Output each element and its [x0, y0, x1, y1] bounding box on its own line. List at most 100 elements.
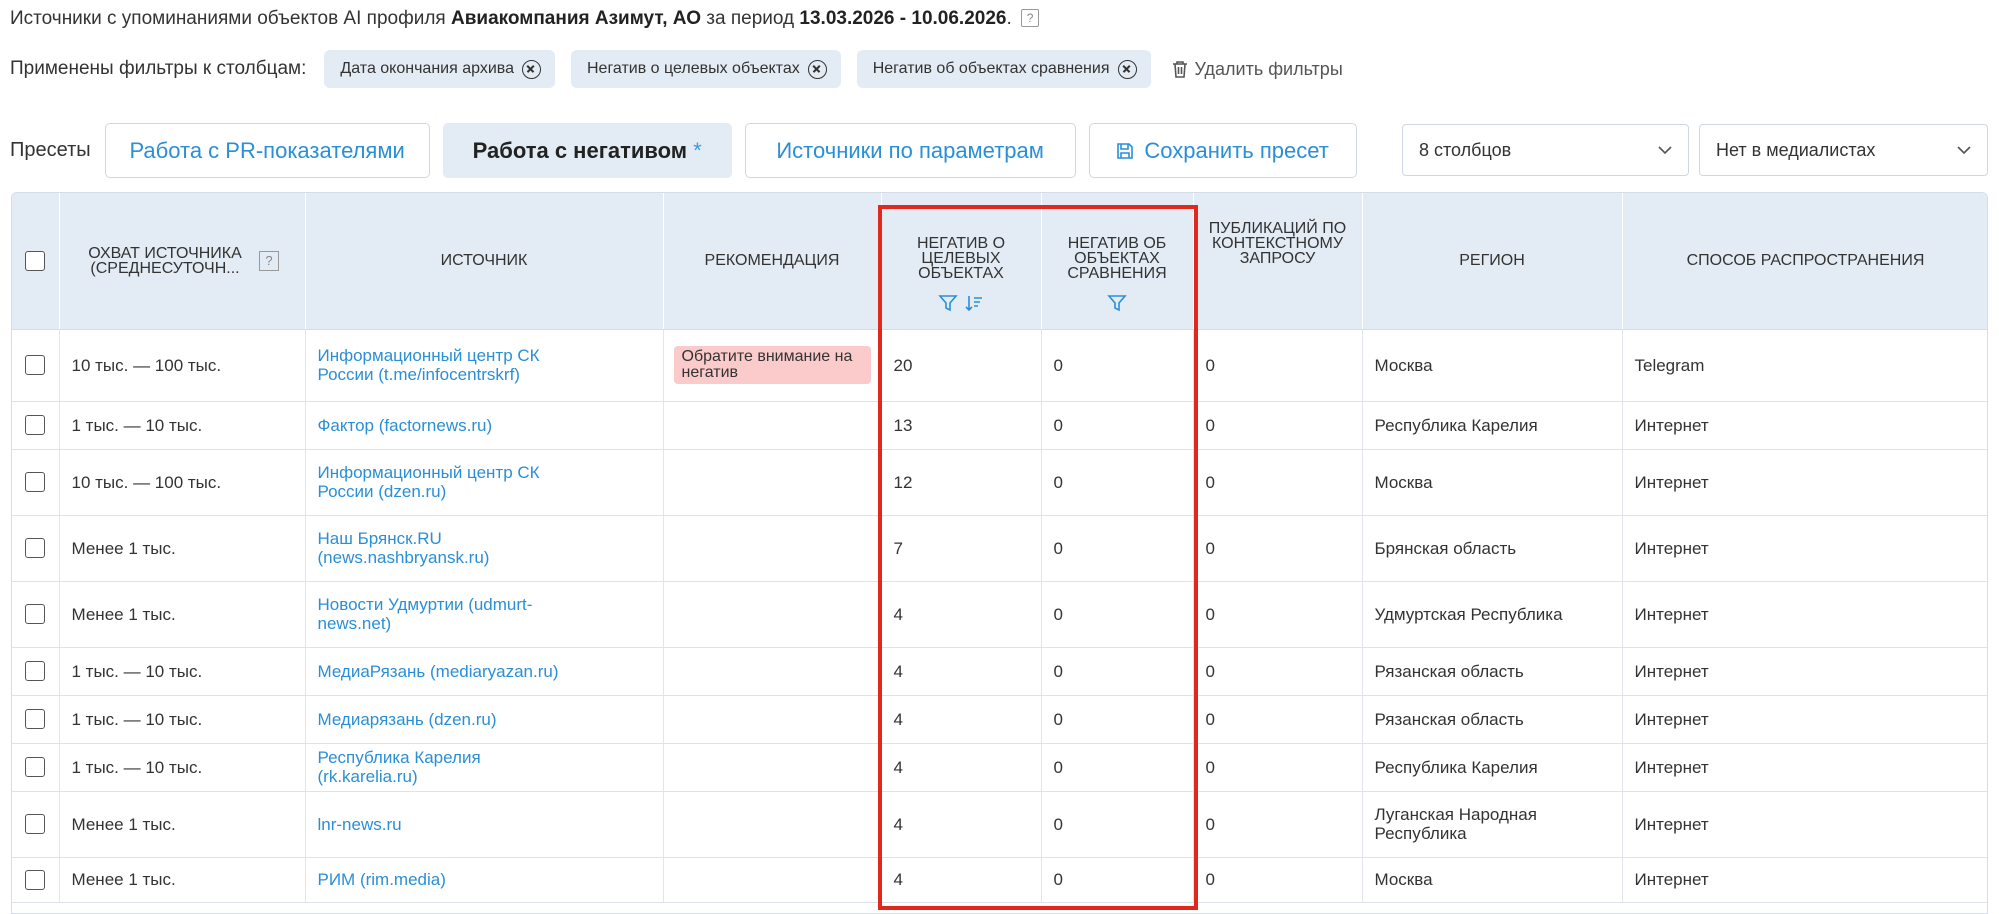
column-header-label: Негатив об объектах сравнения	[1067, 235, 1167, 283]
filter-chip-negative-compare: Негатив об объектах сравнения	[856, 50, 1151, 88]
cell-recommendation	[663, 647, 882, 696]
row-checkbox[interactable]	[25, 604, 46, 625]
cell-method: Интернет	[1622, 449, 1987, 516]
cell-neg-target: 13	[881, 401, 1042, 450]
cell-neg-target: 4	[881, 857, 1042, 903]
cell-publications: 0	[1193, 791, 1363, 858]
title-prefix: Источники с упоминаниями объектов AI про…	[10, 8, 451, 29]
cell-method: Интернет	[1622, 581, 1987, 648]
applied-filters-bar: Применены фильтры к столбцам: Дата оконч…	[10, 50, 1343, 88]
cell-source-link[interactable]: Информационный центр СК России (t.me/inf…	[305, 329, 664, 402]
table-row[interactable]: 1 тыс. — 10 тыс. Фактор (factornews.ru) 13…	[12, 401, 1987, 450]
row-checkbox[interactable]	[25, 757, 46, 778]
table-row[interactable]: 1 тыс. — 10 тыс. Медиарязань (dzen.ru) 4 0 0…	[12, 695, 1987, 744]
column-header-tools	[1048, 293, 1187, 313]
cell-neg-compare: 0	[1041, 329, 1194, 402]
chevron-down-icon	[1658, 146, 1672, 155]
column-header-region[interactable]: Регион	[1362, 193, 1623, 330]
cell-reach: 1 тыс. — 10 тыс.	[59, 647, 306, 696]
columns-select[interactable]: 8 столбцов	[1402, 124, 1689, 176]
region-text: Москва	[1374, 472, 1433, 492]
cell-source-link[interactable]: РИМ (rim.media)	[305, 857, 664, 903]
table-row[interactable]: Менее 1 тыс. Новости Удмуртии (udmurt-new…	[12, 581, 1987, 648]
column-header-neg-target[interactable]: Негатив о целевых объектах	[881, 193, 1042, 330]
title-company: Авиакомпания Азимут, АО	[451, 8, 702, 29]
table-row[interactable]: Менее 1 тыс. lnr-news.ru 4 0 0 Луганская Наро…	[12, 791, 1987, 858]
preset-label: Работа с негативом	[472, 137, 688, 163]
preset-params-button[interactable]: Источники по параметрам	[744, 123, 1076, 178]
close-circle-icon[interactable]	[521, 59, 541, 79]
row-select-cell	[12, 857, 60, 903]
column-header-neg-compare[interactable]: Негатив об объектах сравнения	[1041, 193, 1194, 330]
source-link-text: Информационный центр СК России (t.me/inf…	[317, 346, 540, 384]
cell-method: Интернет	[1622, 743, 1987, 792]
row-select-cell	[12, 743, 60, 792]
help-icon[interactable]: ?	[1021, 9, 1040, 27]
close-circle-icon[interactable]	[807, 59, 827, 79]
cell-neg-target: 4	[881, 647, 1042, 696]
cell-source-link[interactable]: Информационный центр СК России (dzen.ru)	[305, 449, 664, 516]
cell-recommendation	[663, 449, 882, 516]
cell-source-link[interactable]: Республика Карелия (rk.karelia.ru)	[305, 743, 664, 792]
table-row[interactable]: Менее 1 тыс. РИМ (rim.media) 4 0 0 Москва Инте…	[12, 857, 1987, 903]
media-list-select[interactable]: Нет в медиалистах	[1699, 124, 1988, 176]
title-suffix: .	[1006, 8, 1012, 29]
cell-publications: 0	[1193, 581, 1363, 648]
column-header-source[interactable]: Источник	[305, 193, 664, 330]
row-checkbox[interactable]	[25, 661, 46, 682]
cell-reach: 1 тыс. — 10 тыс.	[59, 743, 306, 792]
region-text: Брянская область	[1374, 538, 1517, 558]
column-header-reach[interactable]: Охват источника (среднесуточн...?	[59, 193, 306, 330]
cell-publications: 0	[1193, 401, 1363, 450]
cell-source-link[interactable]: Наш Брянск.RU (news.nashbryansk.ru)	[305, 515, 664, 582]
cell-method: Интернет	[1622, 401, 1987, 450]
cell-region: Республика Карелия	[1362, 743, 1623, 792]
cell-recommendation: Обратите внимание на негатив	[663, 329, 882, 402]
save-preset-button[interactable]: Сохранить пресет	[1088, 123, 1357, 178]
cell-method: Интернет	[1622, 695, 1987, 744]
cell-recommendation	[663, 695, 882, 744]
chevron-down-icon	[1957, 146, 1971, 155]
cell-source-link[interactable]: Медиарязань (dzen.ru)	[305, 695, 664, 744]
cell-reach: 1 тыс. — 10 тыс.	[59, 401, 306, 450]
row-checkbox[interactable]	[25, 415, 46, 436]
preset-pr-button[interactable]: Работа с PR-показателями	[104, 123, 430, 178]
clear-filters-button[interactable]: Удалить фильтры	[1171, 59, 1343, 80]
cell-source-link[interactable]: Фактор (factornews.ru)	[305, 401, 664, 450]
sort-desc-icon[interactable]	[964, 293, 984, 313]
table-row[interactable]: 10 тыс. — 100 тыс. Информационный центр С…	[12, 329, 1987, 402]
region-text: Москва	[1374, 870, 1433, 889]
cell-neg-compare: 0	[1041, 515, 1194, 582]
table-row[interactable]: 10 тыс. — 100 тыс. Информационный центр С…	[12, 449, 1987, 516]
filter-icon[interactable]	[1107, 293, 1127, 313]
filters-label: Применены фильтры к столбцам:	[10, 58, 307, 79]
row-checkbox[interactable]	[25, 538, 46, 559]
table-row[interactable]: 1 тыс. — 10 тыс. Республика Карелия (rk.k…	[12, 743, 1987, 792]
preset-negative-button[interactable]: Работа с негативом *	[442, 123, 732, 178]
modified-mark: *	[693, 137, 702, 163]
column-header-recommendation[interactable]: Рекомендация	[663, 193, 882, 330]
column-header-publications[interactable]: Публикаций по контекстному запросу	[1193, 193, 1363, 330]
row-checkbox[interactable]	[25, 709, 46, 730]
filter-icon[interactable]	[938, 293, 958, 313]
close-circle-icon[interactable]	[1117, 59, 1137, 79]
row-select-cell	[12, 515, 60, 582]
table-row[interactable]: 1 тыс. — 10 тыс. МедиаРязань (mediaryazan…	[12, 647, 1987, 696]
row-checkbox[interactable]	[25, 869, 46, 890]
cell-source-link[interactable]: МедиаРязань (mediaryazan.ru)	[305, 647, 664, 696]
column-header-method[interactable]: Способ распространения	[1622, 193, 1987, 330]
cell-source-link[interactable]: Новости Удмуртии (udmurt-news.net)	[305, 581, 664, 648]
select-all-checkbox[interactable]	[25, 250, 46, 271]
region-text: Луганская Народная Республика	[1374, 805, 1537, 843]
cell-reach: 10 тыс. — 100 тыс.	[59, 449, 306, 516]
row-checkbox[interactable]	[25, 355, 46, 376]
cell-method: Telegram	[1622, 329, 1987, 402]
table-row[interactable]: Менее 1 тыс. Наш Брянск.RU (news.nashbrya…	[12, 515, 1987, 582]
row-checkbox[interactable]	[25, 814, 46, 835]
help-icon[interactable]: ?	[259, 250, 279, 271]
row-select-cell	[12, 329, 60, 402]
column-header-label: Источник	[440, 252, 528, 270]
cell-source-link[interactable]: lnr-news.ru	[305, 791, 664, 858]
table-header-row: Охват источника (среднесуточн...? Источн…	[12, 193, 1987, 330]
row-checkbox[interactable]	[25, 472, 46, 493]
